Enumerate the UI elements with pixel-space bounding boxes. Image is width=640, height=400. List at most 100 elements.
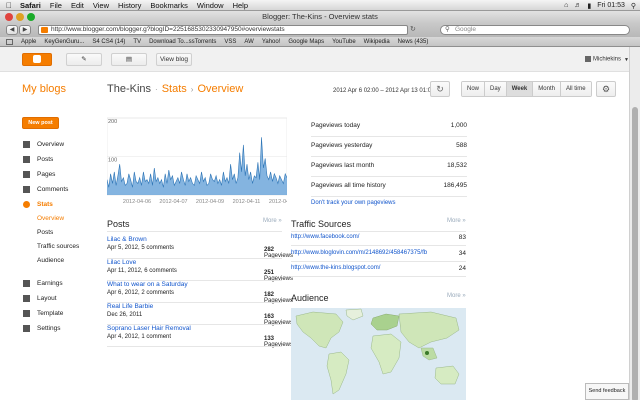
- bookmark-item[interactable]: Google Maps: [288, 39, 324, 45]
- map-greenland: [345, 308, 364, 321]
- close-window-icon[interactable]: [5, 13, 13, 21]
- divider: [291, 276, 466, 277]
- reload-icon[interactable]: ↻: [410, 25, 420, 35]
- new-post-pencil-button[interactable]: ✎: [66, 53, 102, 66]
- sidebar-item-pages[interactable]: Pages: [22, 167, 102, 182]
- bookmark-item[interactable]: AW: [244, 39, 253, 45]
- traffic-source-link[interactable]: http://www.bloglovin.com/m/2148692/45846…: [291, 250, 427, 256]
- document-icon: [23, 156, 30, 163]
- divider: [291, 261, 466, 262]
- bookmark-item[interactable]: YouTube: [332, 39, 356, 45]
- range-week[interactable]: Week: [506, 82, 534, 96]
- search-input[interactable]: ⚲ Google: [440, 25, 630, 35]
- apple-menu-icon[interactable]: : [6, 1, 12, 10]
- address-bar[interactable]: http://www.blogger.com/blogger.g?blogID=…: [38, 25, 408, 35]
- bookmark-item[interactable]: KeyGenGuru...: [44, 39, 84, 45]
- minimize-window-icon[interactable]: [16, 13, 24, 21]
- search-placeholder: Google: [455, 26, 476, 33]
- sidebar-item-layout[interactable]: Layout: [22, 291, 102, 306]
- menu-app[interactable]: Safari: [20, 1, 41, 10]
- pageview-value: 18,532: [447, 162, 467, 169]
- menubar-status: ⌂ ♬ ▮ Fri 01:53 ⚲: [564, 0, 636, 11]
- sidebar-item-earnings[interactable]: Earnings: [22, 276, 102, 291]
- bookmark-item[interactable]: S4 CS4 (14): [92, 39, 125, 45]
- menu-history[interactable]: History: [118, 1, 141, 10]
- document-icon: ▤: [125, 56, 133, 63]
- reading-list-icon[interactable]: [6, 38, 13, 45]
- search-icon: ⚲: [445, 26, 450, 33]
- post-title-link[interactable]: What to wear on a Saturday: [107, 281, 287, 288]
- bookmark-item[interactable]: News (435): [398, 39, 429, 45]
- traffic-more-link[interactable]: More »: [447, 218, 466, 224]
- sidebar-subitem-audience[interactable]: Audience: [22, 254, 102, 268]
- scrollbar-thumb[interactable]: [632, 107, 638, 400]
- blogger-logo-button[interactable]: [22, 53, 52, 66]
- refresh-button[interactable]: ↻: [430, 81, 450, 97]
- date-range: 2012 Apr 6 02:00 – 2012 Apr 13 01:00: [333, 88, 435, 94]
- spotlight-icon[interactable]: ⚲: [631, 2, 636, 10]
- post-title-link[interactable]: Lilac & Brown: [107, 236, 287, 243]
- sidebar-item-posts[interactable]: Posts: [22, 152, 102, 167]
- my-blogs-link[interactable]: My blogs: [22, 83, 66, 95]
- sidebar-subitem-overview[interactable]: Overview: [22, 212, 102, 226]
- battery-icon[interactable]: ▮: [587, 2, 591, 10]
- breadcrumb-separator: ·: [155, 85, 158, 94]
- chart-y-tick-label: 100: [108, 158, 117, 164]
- traffic-source-link[interactable]: http://www.the-kins.blogspot.com/: [291, 265, 380, 271]
- view-blog-button[interactable]: View blog: [156, 53, 192, 66]
- post-title-link[interactable]: Soprano Laser Hair Removal: [107, 325, 287, 332]
- audience-more-link[interactable]: More »: [447, 293, 466, 299]
- menu-edit[interactable]: Edit: [71, 1, 84, 10]
- user-menu[interactable]: Michiekins ▼: [585, 56, 629, 63]
- settings-button[interactable]: ⚙: [596, 81, 616, 97]
- posts-more-link[interactable]: More »: [263, 218, 282, 224]
- bookmark-item[interactable]: Download To...ssTorrents: [149, 39, 216, 45]
- sidebar-subitem-posts[interactable]: Posts: [22, 226, 102, 240]
- bookmark-item[interactable]: Yahoo!: [262, 39, 281, 45]
- sidebar-item-template[interactable]: Template: [22, 306, 102, 321]
- new-post-button[interactable]: New post: [22, 117, 59, 129]
- avatar: [585, 56, 591, 62]
- post-title-link[interactable]: Real Life Barbie: [107, 303, 287, 310]
- page-scrollbar[interactable]: [629, 47, 640, 400]
- range-month[interactable]: Month: [533, 82, 561, 96]
- zoom-window-icon[interactable]: [27, 13, 35, 21]
- send-feedback-button[interactable]: Send feedback: [585, 383, 629, 400]
- bookmark-item[interactable]: VSS: [224, 39, 236, 45]
- bookmark-item[interactable]: Apple: [21, 39, 36, 45]
- range-all-time[interactable]: All time: [560, 82, 591, 96]
- pageview-summary: Pageviews today 1,000 Pageviews yesterday…: [311, 117, 467, 197]
- back-button[interactable]: ◀: [6, 25, 18, 35]
- sidebar-subitem-traffic-sources[interactable]: Traffic sources: [22, 240, 102, 254]
- sidebar-item-stats[interactable]: Stats: [22, 197, 102, 212]
- traffic-source-link[interactable]: http://www.facebook.com/: [291, 234, 359, 240]
- forward-button[interactable]: ▶: [19, 25, 31, 35]
- sidebar-item-overview[interactable]: Overview: [22, 137, 102, 152]
- menu-help[interactable]: Help: [233, 1, 248, 10]
- menu-window[interactable]: Window: [197, 1, 224, 10]
- post-title-link[interactable]: Lilac Love: [107, 259, 287, 266]
- volume-icon[interactable]: ♬: [574, 2, 581, 9]
- range-now[interactable]: Now: [462, 82, 486, 96]
- chart-y-tick-label: 200: [108, 119, 117, 125]
- menu-view[interactable]: View: [93, 1, 109, 10]
- list-item: Lilac & Brown Apr 5, 2012, 5 comments 28…: [107, 236, 293, 259]
- menu-bookmarks[interactable]: Bookmarks: [150, 1, 188, 10]
- sidebar-item-settings[interactable]: Settings: [22, 321, 102, 336]
- menu-file[interactable]: File: [50, 1, 62, 10]
- mac-menubar:  Safari File Edit View History Bookmark…: [0, 0, 640, 11]
- wifi-icon[interactable]: ⌂: [564, 2, 568, 9]
- breadcrumb-blog[interactable]: The-Kins: [107, 83, 151, 95]
- posts-list-button[interactable]: ▤: [111, 53, 147, 66]
- bookmark-item[interactable]: TV: [133, 39, 141, 45]
- sidebar-item-comments[interactable]: Comments: [22, 182, 102, 197]
- dont-track-link[interactable]: Don't track your own pageviews: [311, 200, 396, 206]
- url-text: http://www.blogger.com/blogger.g?blogID=…: [51, 26, 285, 33]
- post-meta: Apr 6, 2012, 2 comments: [107, 290, 175, 296]
- breadcrumb: The-Kins · Stats › Overview: [107, 83, 243, 95]
- map-europe: [370, 313, 400, 331]
- bookmark-item[interactable]: Wikipedia: [364, 39, 390, 45]
- breadcrumb-stats[interactable]: Stats: [162, 83, 187, 95]
- range-day[interactable]: Day: [485, 82, 507, 96]
- clock[interactable]: Fri 01:53: [597, 2, 625, 9]
